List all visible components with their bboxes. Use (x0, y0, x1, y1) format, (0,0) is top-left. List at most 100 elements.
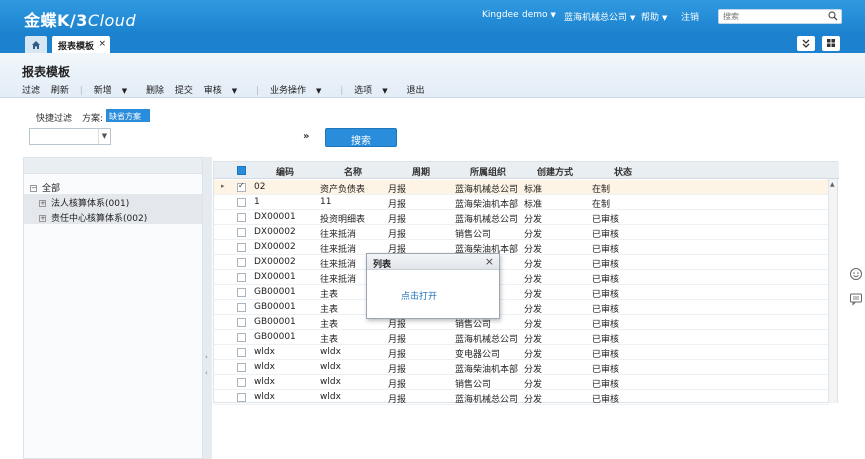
cell-create-mode: 分发 (524, 320, 543, 330)
audit-menu[interactable]: 审核 ▼ (204, 86, 245, 96)
global-search-input[interactable] (719, 10, 819, 23)
tree-item-all[interactable]: − 全部 (24, 179, 202, 194)
table-row[interactable]: wldx wldx 月报 蓝海机械总公司 分发 已审核 (214, 390, 829, 405)
row-checkbox[interactable] (237, 198, 246, 207)
collapse-button[interactable] (797, 36, 815, 51)
toolbar: 过滤 刷新 | 新增 ▼ 删除 提交 审核 ▼ | 业务操作 ▼ | 选项 ▼ 退出 (22, 83, 432, 96)
cell-name: wldx (320, 377, 341, 387)
row-checkbox[interactable] (237, 303, 246, 312)
chevron-down-icon: ▼ (630, 14, 636, 22)
table-row[interactable]: DX00002往来抵消月报分发已审核 (214, 255, 829, 270)
row-checkbox[interactable] (237, 348, 246, 357)
delete-button[interactable]: 删除 (146, 86, 164, 96)
cell-code: GB00001 (254, 287, 296, 297)
chevron-down-icon: ▼ (121, 87, 128, 95)
row-checkbox[interactable] (237, 393, 246, 402)
cell-status: 已审核 (592, 290, 620, 300)
submit-button[interactable]: 提交 (175, 86, 193, 96)
tree-item-responsibility-center[interactable]: + 责任中心核算体系(002) (24, 209, 202, 224)
table-row[interactable]: wldx wldx 月报 销售公司 分发 已审核 (214, 375, 829, 390)
expand-filter-icon[interactable]: » (303, 131, 309, 142)
close-icon[interactable]: × (98, 39, 106, 49)
row-checkbox[interactable] (237, 363, 246, 372)
row-checkbox[interactable] (237, 288, 246, 297)
org-menu[interactable]: 蓝海机械总公司 ▼ (564, 10, 635, 23)
expand-icon[interactable]: + (39, 200, 46, 207)
help-menu[interactable]: 帮助 ▼ (641, 10, 667, 23)
logout-link[interactable]: 注销 (681, 10, 699, 23)
global-search[interactable] (718, 9, 842, 24)
table-row[interactable]: GB00001主表月报分发已审核 (214, 285, 829, 300)
search-icon[interactable] (828, 11, 838, 21)
cell-create-mode: 分发 (524, 395, 543, 405)
row-checkbox[interactable] (237, 228, 246, 237)
table-row[interactable]: DX00001往来抵消月报分发已审核 (214, 270, 829, 285)
filter-field-select[interactable]: ▼ (29, 128, 111, 145)
row-checkbox[interactable] (237, 318, 246, 327)
filter-button[interactable]: 过滤 (22, 86, 40, 96)
cell-code: 1 (254, 197, 260, 207)
table-row[interactable]: GB00001 主表 月报 蓝海机械总公司 分发 已审核 (214, 330, 829, 345)
row-checkbox[interactable] (237, 378, 246, 387)
table-row[interactable]: ▸ 02 资产负债表 月报 蓝海机械总公司标准 在制 (214, 180, 829, 195)
database-menu[interactable]: demo ▼ (522, 10, 556, 20)
tab-report-template[interactable]: 报表模板 × (52, 36, 110, 53)
table-row[interactable]: 1 11 月报 蓝海柴油机本部 标准 在制 (214, 195, 829, 210)
options-menu[interactable]: 选项 ▼ (354, 86, 395, 96)
row-checkbox[interactable] (237, 273, 246, 282)
cell-status: 已审核 (592, 275, 620, 285)
cell-name: 往来抵消 (320, 230, 357, 240)
home-tab[interactable] (25, 36, 47, 53)
close-icon[interactable]: × (485, 255, 494, 268)
vertical-scrollbar[interactable]: ▲ (828, 179, 837, 403)
report-template-grid: 编码 名称 周期 所属组织 创建方式 状态 ▸02资产负债表月报蓝海机械总公司标… (213, 161, 839, 405)
column-header-status[interactable]: 状态 (590, 165, 656, 178)
cell-code: wldx (254, 392, 275, 402)
cell-org: 销售公司 (455, 230, 492, 240)
select-all-checkbox[interactable] (237, 166, 246, 175)
chevron-left-icon[interactable]: ‹ (205, 369, 208, 377)
refresh-button[interactable]: 刷新 (51, 86, 69, 96)
table-row[interactable]: GB00001 主表 月报 销售公司 分发 已审核 (214, 315, 829, 330)
row-checkbox[interactable] (237, 333, 246, 342)
tree-item-legal-entity[interactable]: + 法人核算体系(001) (24, 194, 202, 209)
expand-icon[interactable]: + (39, 215, 46, 222)
smiley-icon[interactable] (849, 267, 863, 281)
cell-name: 往来抵消 (320, 245, 357, 255)
column-header-code[interactable]: 编码 (258, 165, 312, 178)
user-name[interactable]: Kingdee (482, 10, 519, 20)
business-ops-menu[interactable]: 业务操作 ▼ (270, 86, 329, 96)
chevron-right-icon[interactable]: › (205, 353, 208, 361)
collapse-icon[interactable]: − (30, 185, 37, 192)
scroll-up-icon[interactable]: ▲ (830, 181, 835, 188)
table-row[interactable]: wldx wldx 月报 变电器公司 分发 已审核 (214, 345, 829, 360)
table-row[interactable]: DX00002 往来抵消 月报 蓝海柴油机本部 分发 已审核 (214, 240, 829, 255)
search-button[interactable]: 搜索 (325, 128, 397, 147)
row-checkbox[interactable] (237, 243, 246, 252)
column-header-create-mode[interactable]: 创建方式 (522, 165, 588, 178)
grid-view-button[interactable] (822, 36, 840, 51)
cell-status: 在制 (592, 185, 611, 195)
row-checkbox[interactable] (237, 181, 246, 192)
column-header-period[interactable]: 周期 (388, 165, 454, 178)
default-scheme-button[interactable]: 缺省方案 (106, 109, 150, 122)
table-row[interactable]: wldx wldx 月报 蓝海柴油机本部 分发 已审核 (214, 360, 829, 375)
table-row[interactable]: GB00001主表月报分发已审核 (214, 300, 829, 315)
exit-button[interactable]: 退出 (406, 86, 424, 96)
table-row[interactable]: DX00002 往来抵消 月报 销售公司 分发 已审核 (214, 225, 829, 240)
cell-create-mode: 分发 (524, 365, 543, 375)
chevron-down-icon[interactable]: ▼ (98, 129, 110, 144)
cell-status: 已审核 (592, 260, 620, 270)
new-menu[interactable]: 新增 ▼ (94, 86, 135, 96)
comment-icon[interactable] (849, 292, 863, 306)
cell-create-mode: 分发 (524, 260, 543, 270)
row-checkbox[interactable] (237, 258, 246, 267)
table-row[interactable]: DX00001 投资明细表 月报 蓝海机械总公司 分发 已审核 (214, 210, 829, 225)
column-header-name[interactable]: 名称 (320, 165, 386, 178)
cell-code: DX00002 (254, 242, 296, 252)
panel-splitter[interactable]: › ‹ (203, 157, 212, 459)
open-link[interactable]: 点击打开 (401, 289, 437, 302)
row-checkbox[interactable] (237, 213, 246, 222)
column-header-org[interactable]: 所属组织 (455, 165, 521, 178)
tree-item-label: 法人核算体系(001) (51, 199, 130, 209)
